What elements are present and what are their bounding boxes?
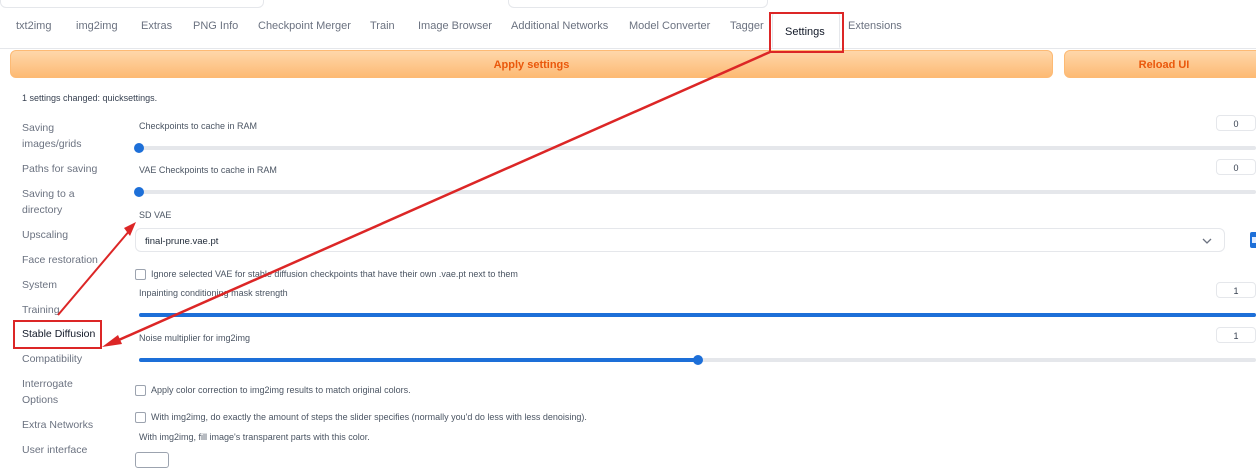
top-input-left	[0, 0, 264, 8]
reload-ui-button[interactable]: Reload UI	[1064, 50, 1256, 78]
vae-cache-number-input[interactable]: 0	[1216, 159, 1256, 175]
sidebar-item-face-restoration[interactable]: Face restoration	[22, 252, 132, 268]
slider-fill	[139, 313, 1256, 317]
noise-multiplier-label: Noise multiplier for img2img	[139, 333, 251, 343]
chevron-down-icon	[1202, 238, 1212, 244]
inpaint-mask-number-input[interactable]: 1	[1216, 282, 1256, 298]
ignore-vae-label: Ignore selected VAE for stable diffusion…	[151, 269, 518, 279]
sidebar-item-saving-to-a-directory[interactable]: Saving to a directory	[22, 186, 92, 218]
ckpt-cache-label: Checkpoints to cache in RAM	[139, 121, 258, 131]
slider-handle[interactable]	[692, 355, 703, 365]
tab-png-info[interactable]: PNG Info	[193, 20, 238, 32]
tab-bar: txt2img img2img Extras PNG Info Checkpoi…	[0, 12, 1256, 49]
tab-train[interactable]: Train	[370, 20, 395, 32]
exact-steps-label: With img2img, do exactly the amount of s…	[151, 412, 587, 422]
sidebar-item-training[interactable]: Training	[22, 302, 122, 318]
sidebar-item-system[interactable]: System	[22, 277, 122, 293]
sidebar-item-compatibility[interactable]: Compatibility	[22, 351, 122, 367]
ckpt-cache-number-input[interactable]: 0	[1216, 115, 1256, 131]
sidebar-item-saving-images-grids[interactable]: Saving images/grids	[22, 120, 92, 152]
noise-multiplier-slider[interactable]	[139, 355, 1256, 365]
fill-color-swatch[interactable]	[135, 452, 169, 468]
ignore-vae-checkbox[interactable]	[135, 269, 146, 280]
tab-image-browser[interactable]: Image Browser	[418, 20, 492, 32]
tab-extensions[interactable]: Extensions	[848, 20, 902, 32]
inpaint-mask-slider[interactable]	[139, 313, 1256, 317]
ckpt-cache-slider[interactable]	[134, 143, 1256, 153]
color-correction-label: Apply color correction to img2img result…	[151, 385, 411, 395]
color-correction-checkbox[interactable]	[135, 385, 146, 396]
exact-steps-checkbox[interactable]	[135, 412, 146, 423]
tab-additional-networks[interactable]: Additional Networks	[511, 20, 608, 32]
refresh-icon[interactable]	[1250, 232, 1256, 248]
sidebar-item-user-interface[interactable]: User interface	[22, 442, 122, 458]
sidebar-item-upscaling[interactable]: Upscaling	[22, 227, 122, 243]
sd-vae-label: SD VAE	[139, 210, 172, 220]
tab-tagger[interactable]: Tagger	[730, 20, 764, 32]
inpaint-mask-label: Inpainting conditioning mask strength	[139, 288, 288, 298]
slider-handle[interactable]	[134, 187, 144, 197]
vae-cache-slider[interactable]	[134, 187, 1256, 197]
sidebar-item-extra-networks[interactable]: Extra Networks	[22, 417, 122, 433]
sd-vae-selected-value: final-prune.vae.pt	[145, 236, 219, 247]
top-input-right	[508, 0, 768, 8]
vae-cache-label: VAE Checkpoints to cache in RAM	[139, 165, 277, 175]
sidebar-item-interrogate-options[interactable]: Interrogate Options	[22, 376, 92, 408]
fill-color-label: With img2img, fill image's transparent p…	[139, 432, 370, 442]
slider-fill	[139, 358, 698, 362]
slider-handle[interactable]	[134, 143, 144, 153]
tab-txt2img[interactable]: txt2img	[16, 20, 51, 32]
tab-settings[interactable]: Settings	[772, 12, 840, 48]
tab-extras[interactable]: Extras	[141, 20, 172, 32]
sidebar-item-stable-diffusion[interactable]: Stable Diffusion	[22, 326, 122, 342]
tab-checkpoint-merger[interactable]: Checkpoint Merger	[258, 20, 351, 32]
sidebar-item-paths-for-saving[interactable]: Paths for saving	[22, 161, 122, 177]
noise-multiplier-number-input[interactable]: 1	[1216, 327, 1256, 343]
tab-model-converter[interactable]: Model Converter	[629, 20, 710, 32]
sd-vae-dropdown[interactable]: final-prune.vae.pt	[135, 228, 1225, 252]
tab-img2img[interactable]: img2img	[76, 20, 118, 32]
apply-settings-button[interactable]: Apply settings	[10, 50, 1053, 78]
status-message: 1 settings changed: quicksettings.	[22, 93, 158, 103]
